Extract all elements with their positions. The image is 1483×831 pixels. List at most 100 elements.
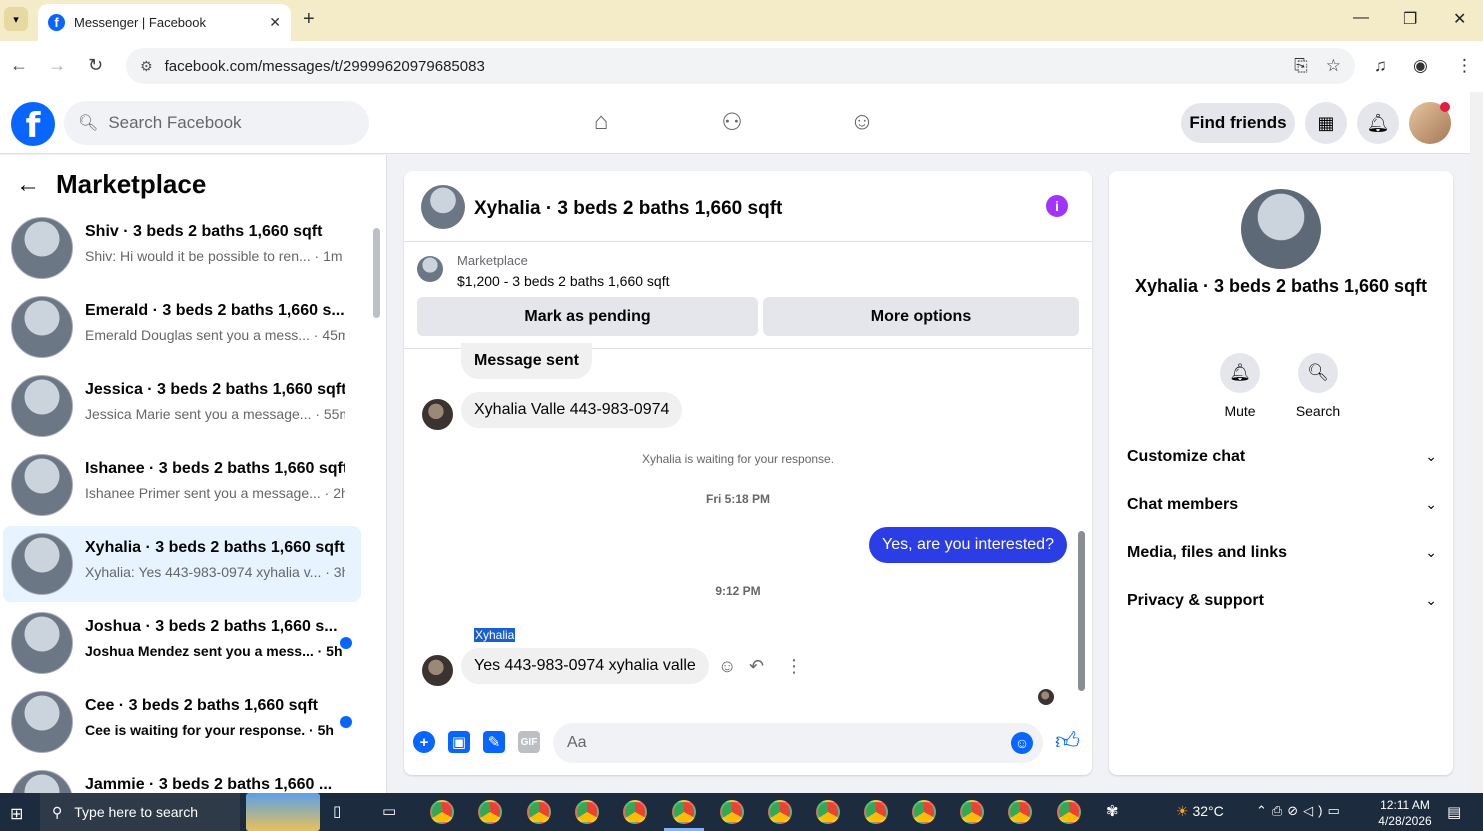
more-options-button[interactable]: More options — [763, 297, 1079, 336]
search-icon[interactable]: 🔍︎ — [1298, 353, 1338, 393]
page-scrollbar[interactable] — [1470, 92, 1483, 792]
chrome-icon[interactable] — [960, 800, 984, 824]
section-chat-members[interactable]: Chat members ⌄ — [1127, 496, 1437, 514]
like-thumb-icon[interactable]: 👍︎ — [1055, 728, 1080, 756]
search-icon: ⚲ — [52, 803, 63, 820]
conversation-row[interactable]: Cee · 3 beds 2 baths 1,660 sqft Cee is wa… — [3, 684, 361, 760]
emoji-icon[interactable]: ☺ — [1011, 732, 1033, 754]
message-input[interactable]: Aa ☺ — [553, 723, 1043, 763]
conversation-title: Jessica · 3 beds 2 baths 1,660 sqft — [85, 381, 345, 398]
scrollbar-thumb[interactable] — [373, 228, 380, 318]
menu-grid-icon[interactable]: ▦ — [1305, 102, 1347, 144]
chrome-icon[interactable] — [720, 800, 744, 824]
browser-menu-icon[interactable]: ⋮ — [1456, 56, 1473, 76]
listing-thumbnail[interactable] — [417, 256, 443, 282]
app-icon[interactable]: ✾ — [1106, 802, 1119, 820]
chrome-icon[interactable] — [1057, 800, 1081, 824]
bell-icon[interactable]: 🔔︎ — [1220, 353, 1260, 393]
groups-icon[interactable]: ☺ — [847, 108, 877, 138]
attach-photo-icon[interactable]: ▣ — [448, 731, 470, 753]
find-friends-button[interactable]: Find friends — [1181, 103, 1295, 143]
chat-scrollbar[interactable] — [1075, 351, 1087, 701]
mark-as-pending-button[interactable]: Mark as pending — [417, 297, 758, 336]
tab-search-button[interactable]: ▾ — [4, 7, 28, 31]
search-icon: 🔍︎ — [78, 115, 99, 132]
close-tab-icon[interactable]: ✕ — [269, 14, 281, 31]
conversation-row[interactable]: Emerald · 3 beds 2 baths 1,660 s... Emera… — [3, 289, 361, 365]
friends-icon[interactable]: ⚇ — [717, 108, 747, 138]
info-icon[interactable]: i — [1046, 195, 1068, 217]
incoming-message[interactable]: Xyhalia Valle 443-983-0974 — [461, 392, 683, 428]
close-window-button[interactable]: ✕ — [1453, 9, 1466, 29]
mute-button[interactable]: 🔔︎ Mute — [1210, 353, 1270, 419]
section-privacy-support[interactable]: Privacy & support ⌄ — [1127, 592, 1437, 610]
conversation-row[interactable]: Jessica · 3 beds 2 baths 1,660 sqft Jessi… — [3, 368, 361, 444]
search-conversation-button[interactable]: 🔍︎ Search — [1288, 353, 1348, 419]
chrome-icon[interactable] — [575, 800, 599, 824]
chrome-icon[interactable] — [430, 800, 454, 824]
conversation-row[interactable]: Jammie · 3 beds 2 baths 1,660 ... — [3, 763, 361, 793]
chrome-icon[interactable] — [768, 800, 792, 824]
mute-label: Mute — [1224, 403, 1256, 419]
chrome-icon[interactable] — [623, 800, 647, 824]
media-control-icon[interactable]: ♫ — [1374, 56, 1387, 76]
conversation-list-scrollbar[interactable] — [370, 210, 381, 790]
notification-center-icon[interactable]: ▤ — [1447, 803, 1461, 821]
message-composer: + ▣ ✎ GIF Aa ☺ 👍︎ — [404, 719, 1092, 769]
back-arrow-icon[interactable]: ← — [16, 171, 40, 199]
minimize-button[interactable]: — — [1353, 9, 1369, 27]
search-highlight-image[interactable] — [246, 793, 320, 831]
bookmark-star-icon[interactable]: ☆ — [1326, 56, 1341, 76]
reload-icon[interactable]: ↻ — [88, 55, 103, 76]
notifications-bell-icon[interactable]: 🔔︎ — [1357, 102, 1399, 144]
profile-icon[interactable]: ◉ — [1413, 56, 1428, 76]
conversation-row[interactable]: Ishanee · 3 beds 2 baths 1,660 sqft Ishan… — [3, 447, 361, 523]
sender-avatar[interactable] — [422, 399, 453, 430]
scrollbar-thumb[interactable] — [1078, 531, 1085, 691]
home-icon[interactable]: ⌂ — [586, 108, 616, 138]
chrome-icon[interactable] — [478, 800, 502, 824]
chrome-icon[interactable] — [664, 800, 704, 831]
file-explorer-icon[interactable]: ▭ — [382, 802, 396, 820]
chrome-icon[interactable] — [1008, 800, 1032, 824]
incoming-message[interactable]: Yes 443-983-0974 xyhalia valle — [461, 648, 709, 684]
system-tray-icons[interactable]: ⌃⎙⊘◁)▭ — [1256, 803, 1345, 819]
conversation-row[interactable]: Joshua · 3 beds 2 baths 1,660 s... Joshua… — [3, 605, 361, 681]
facebook-search-input[interactable]: 🔍︎ Search Facebook — [64, 101, 369, 145]
conversation-row[interactable]: Shiv · 3 beds 2 baths 1,660 sqft Shiv: Hi… — [3, 210, 361, 286]
reply-icon[interactable]: ↶ — [749, 656, 764, 677]
chrome-icon[interactable] — [912, 800, 936, 824]
browser-tab[interactable]: f Messenger | Facebook ✕ — [38, 4, 291, 41]
more-actions-icon[interactable]: ⋮ — [785, 656, 803, 677]
task-view-icon[interactable]: ▯ — [333, 802, 341, 820]
chat-title[interactable]: Xyhalia · 3 beds 2 baths 1,660 sqft — [474, 198, 782, 220]
windows-start-icon[interactable]: ⊞ — [10, 804, 23, 824]
section-media-files-links[interactable]: Media, files and links ⌄ — [1127, 544, 1437, 562]
new-tab-button[interactable]: + — [303, 8, 315, 31]
site-info-icon[interactable]: ⚙ — [140, 58, 153, 75]
conversation-avatar[interactable] — [1241, 189, 1321, 269]
listing-description[interactable]: $1,200 - 3 beds 2 baths 1,660 sqft — [457, 273, 670, 289]
taskbar-search-input[interactable]: ⚲ Type here to search — [40, 793, 240, 831]
back-arrow-icon[interactable]: ← — [10, 55, 28, 76]
section-customize-chat[interactable]: Customize chat ⌄ — [1127, 448, 1437, 466]
gif-icon[interactable]: GIF — [518, 731, 540, 753]
sticker-icon[interactable]: ✎ — [483, 731, 505, 753]
conversation-title: Joshua · 3 beds 2 baths 1,660 s... — [85, 618, 338, 635]
clock[interactable]: 12:11 AM 4/28/2026 — [1373, 797, 1437, 829]
chrome-icon[interactable] — [527, 800, 551, 824]
chat-avatar[interactable] — [421, 185, 465, 229]
add-icon[interactable]: + — [413, 731, 435, 753]
restore-button[interactable]: ❐ — [1403, 9, 1417, 29]
facebook-logo-icon[interactable]: f — [11, 102, 55, 146]
install-app-icon[interactable]: ⎘ — [1294, 56, 1308, 76]
outgoing-message[interactable]: Yes, are you interested? — [869, 527, 1067, 563]
forward-arrow-icon[interactable]: → — [48, 55, 66, 76]
chrome-icon[interactable] — [816, 800, 840, 824]
weather-widget[interactable]: ☀ 32°C — [1176, 803, 1224, 820]
sender-avatar[interactable] — [422, 655, 453, 686]
chrome-icon[interactable] — [864, 800, 888, 824]
conversation-row[interactable]: Xyhalia · 3 beds 2 baths 1,660 sqft Xyhal… — [3, 526, 361, 602]
url-bar[interactable]: ⚙ facebook.com/messages/t/29999620979685… — [126, 48, 1355, 84]
react-emoji-icon[interactable]: ☺ — [718, 656, 736, 677]
